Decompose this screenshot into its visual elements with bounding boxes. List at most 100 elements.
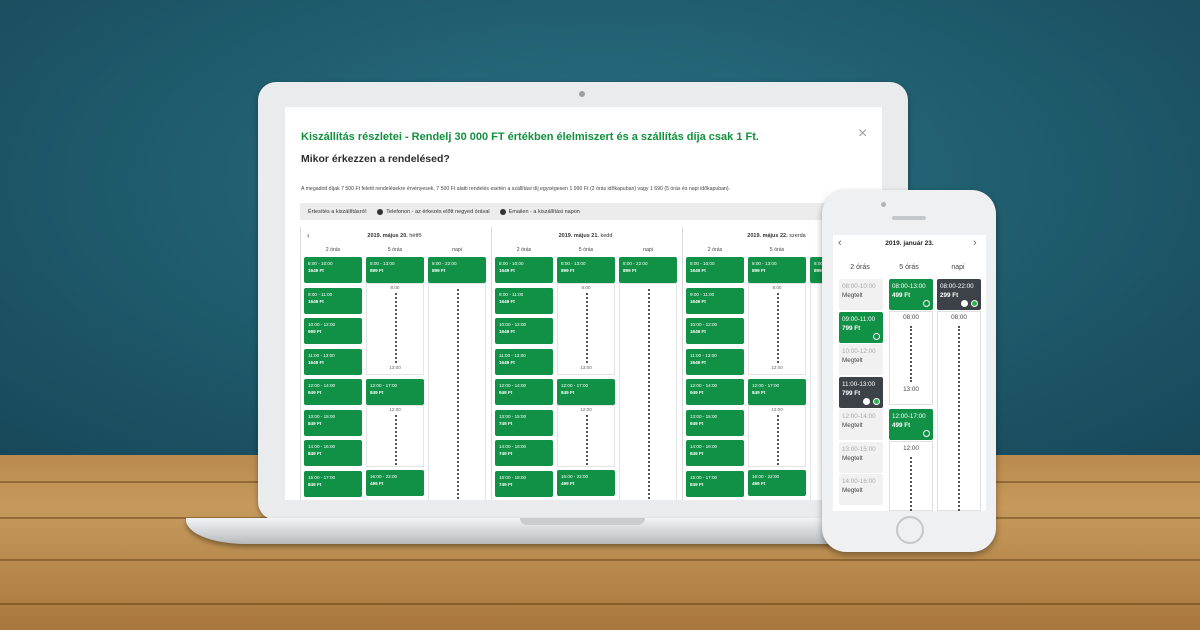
slot-time: 9:00 - 11:00: [690, 291, 715, 297]
time-slot-five-hour[interactable]: 08:00-13:00 499 Ft: [889, 279, 933, 310]
time-slot-two-hour[interactable]: 14:00 - 16:00 849 Ft: [686, 440, 744, 466]
time-slot-two-hour[interactable]: 11:00-13:00 799 Ft: [839, 376, 883, 408]
time-slot-two-hour[interactable]: 9:00 - 11:00 1649 Ft: [304, 287, 362, 314]
slot-price: Megtelt: [842, 357, 863, 364]
slot-time: 14:00 - 16:00: [690, 444, 718, 449]
slot-price: Megtelt: [842, 292, 863, 299]
track-time-end: 13:00: [771, 365, 783, 370]
delivery-fee-info: A megadott díjak 7 500 Ft feletti rendel…: [301, 186, 731, 192]
slot-price: 1649 Ft: [499, 298, 515, 304]
time-slot-two-hour[interactable]: 14:00 - 16:00 849 Ft: [304, 440, 362, 466]
next-day-icon[interactable]: ›: [973, 237, 977, 249]
slot-price: 499 Ft: [892, 422, 911, 429]
time-slot-two-hour[interactable]: 12:00 - 14:00 949 Ft: [304, 379, 362, 405]
slot-time: 14:00 - 16:00: [308, 444, 336, 449]
track-dots: [586, 293, 588, 363]
time-slot-two-hour[interactable]: 11:00 - 13:00 1649 Ft: [686, 348, 744, 375]
time-slot-five-hour[interactable]: 16:00 - 22:00 499 Ft: [748, 470, 806, 496]
time-slot-five-hour[interactable]: 12:00 - 17:00 849 Ft: [748, 379, 806, 405]
time-slot-two-hour[interactable]: 10:00 - 12:00 1649 Ft: [495, 318, 553, 344]
track-time-end: 13:00: [389, 365, 401, 370]
slot-time: 11:00-13:00: [842, 380, 876, 388]
time-slot-two-hour: 12:00-14:00 Megtelt: [839, 409, 883, 440]
time-slot-five-hour[interactable]: 16:00 - 22:00 499 Ft: [557, 470, 615, 496]
slot-price: 499 Ft: [370, 481, 384, 486]
time-slot-five-hour[interactable]: 8:00 - 13:00 899 Ft: [748, 257, 806, 283]
time-slot-two-hour[interactable]: 10:00 - 12:00 999 Ft: [304, 318, 362, 344]
slot-time: 8:00 - 10:00: [499, 261, 524, 266]
radio-icon: [923, 300, 930, 307]
slot-time: 13:00 - 15:00: [690, 413, 718, 419]
slot-time: 16:00 - 22:00: [370, 474, 398, 479]
day-header: 2019. május 20. hétfő: [301, 233, 488, 239]
time-slot-two-hour: 08:00-10:00 Megtelt: [839, 279, 883, 310]
time-slot-two-hour[interactable]: 9:00 - 11:00 1649 Ft: [495, 287, 553, 314]
time-slot-two-hour[interactable]: 09:00-11:00 799 Ft: [839, 311, 883, 343]
col-header-daily: napi: [951, 264, 965, 271]
day-weekday: hétfő: [409, 233, 422, 239]
slot-time: 13:00 - 15:00: [499, 413, 527, 419]
slot-price: 499 Ft: [561, 481, 575, 486]
time-slot-two-hour[interactable]: 8:00 - 10:00 1649 Ft: [304, 257, 362, 283]
slot-price: 1649 Ft: [308, 268, 324, 273]
col-header-daily: napi: [643, 247, 653, 253]
time-slot-daily[interactable]: 8:00 - 22:00 899 Ft: [428, 257, 486, 283]
slot-price: 499 Ft: [892, 292, 911, 299]
col-header-two-hour: 2 órás: [707, 247, 723, 253]
time-slot-two-hour[interactable]: 10:00 - 12:00 1649 Ft: [686, 318, 744, 344]
time-slot-five-hour[interactable]: 8:00 - 13:00 899 Ft: [366, 257, 424, 283]
track-dots: [586, 415, 588, 465]
home-button[interactable]: [896, 516, 924, 544]
slot-time: 12:00 - 14:00: [308, 383, 336, 388]
track-time-start: 12:00: [903, 445, 919, 452]
notify-phone-option[interactable]: Telefonon - az érkezés előtt negyed óráv…: [377, 208, 490, 215]
time-slot-two-hour[interactable]: 12:00 - 14:00 949 Ft: [686, 379, 744, 405]
track-dots: [648, 289, 650, 500]
modal-title: Kiszállítás részletei - Rendelj 30 000 F…: [301, 131, 759, 143]
time-slot-two-hour[interactable]: 9:00 - 11:00 1649 Ft: [686, 287, 744, 314]
time-slot-two-hour[interactable]: 15:00 - 17:00 849 Ft: [686, 470, 744, 497]
time-slot-two-hour[interactable]: 8:00 - 10:00 1649 Ft: [495, 257, 553, 283]
time-slot-two-hour[interactable]: 15:00 - 17:00 849 Ft: [304, 470, 362, 497]
time-slot-two-hour[interactable]: 16:00 - 18:00 749 Ft: [495, 470, 553, 497]
track-time-end: 13:00: [580, 365, 592, 370]
slot-price: Megtelt: [842, 454, 863, 462]
track-dots: [777, 293, 779, 363]
time-slot-two-hour[interactable]: 13:00 - 15:00 949 Ft: [686, 409, 744, 436]
time-slot-two-hour[interactable]: 13:00 - 15:00 849 Ft: [304, 409, 362, 436]
time-slot-five-hour[interactable]: 12:00 - 17:00 849 Ft: [557, 379, 615, 405]
phone-date: 2019. január 23.: [885, 240, 934, 247]
track-time-start: 8:00: [390, 285, 400, 290]
time-slot-five-hour[interactable]: 12:00 - 17:00 849 Ft: [366, 379, 424, 405]
close-icon[interactable]: ×: [858, 125, 867, 143]
slot-price: 899 Ft: [561, 268, 575, 273]
time-slot-two-hour: 10:00-12:00 Megtelt: [839, 344, 883, 375]
time-slot-five-hour[interactable]: 8:00 - 13:00 899 Ft: [557, 257, 615, 283]
slot-price: 749 Ft: [499, 481, 513, 487]
track-time-start: 8:00: [581, 285, 591, 290]
time-slot-two-hour[interactable]: 11:00 - 13:00 1649 Ft: [495, 348, 553, 375]
time-slot-five-hour[interactable]: 12:00-17:00 499 Ft: [889, 409, 933, 440]
time-slot-daily[interactable]: 8:00 - 22:00 899 Ft: [619, 257, 677, 283]
slot-price: 1649 Ft: [308, 359, 324, 365]
phone-icon: [377, 208, 384, 215]
time-slot-two-hour[interactable]: 12:00 - 14:00 949 Ft: [495, 379, 553, 405]
time-slot-two-hour[interactable]: 13:00 - 15:00 749 Ft: [495, 409, 553, 436]
slot-price: 899 Ft: [623, 268, 637, 273]
slot-time: 8:00 - 13:00: [370, 261, 395, 266]
time-slot-five-hour[interactable]: 16:00 - 22:00 499 Ft: [366, 470, 424, 496]
time-slot-two-hour[interactable]: 14:00 - 16:00 749 Ft: [495, 440, 553, 466]
slot-price: 799 Ft: [842, 324, 861, 332]
time-slot-two-hour[interactable]: 8:00 - 10:00 1649 Ft: [686, 257, 744, 283]
day-date: 2019. május 20.: [367, 233, 408, 239]
slot-price: 1649 Ft: [499, 329, 515, 334]
modal-question: Mikor érkezzen a rendelésed?: [301, 153, 450, 165]
time-slot-daily[interactable]: 08:00-22:00 299 Ft: [937, 279, 981, 310]
slot-time: 16:00 - 18:00: [499, 474, 527, 480]
slot-price: 299 Ft: [940, 292, 959, 299]
slot-price: 749 Ft: [499, 420, 513, 426]
track-dots: [910, 457, 912, 511]
slot-price: 949 Ft: [499, 390, 513, 395]
time-slot-two-hour[interactable]: 11:00 - 13:00 1649 Ft: [304, 348, 362, 375]
notify-email-option[interactable]: Emailen - a kiszállítási napon: [499, 208, 580, 215]
